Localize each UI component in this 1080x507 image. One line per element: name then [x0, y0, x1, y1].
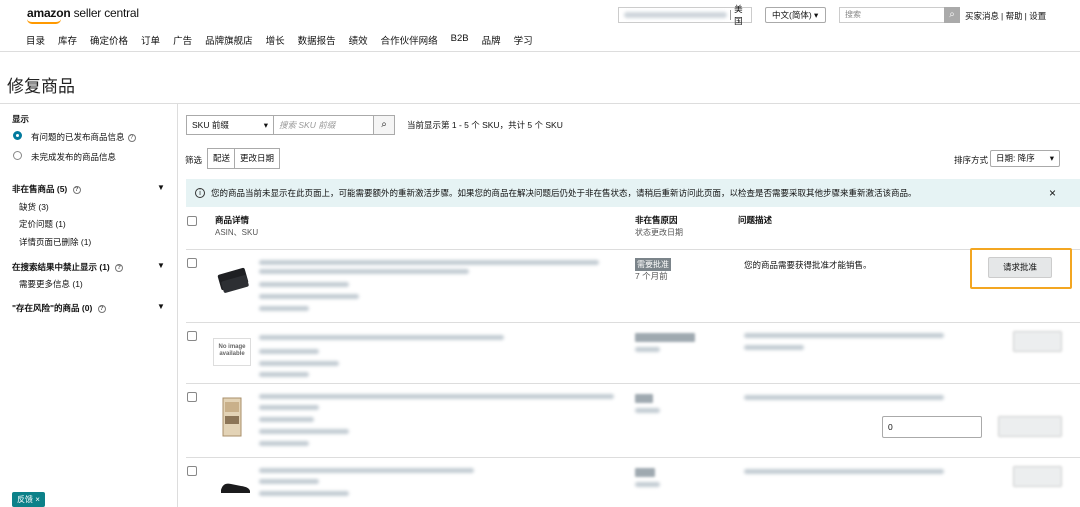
top-bar: amazon seller central 目录 库存 确定价格 订单 广告 品…: [0, 0, 1080, 52]
problem-text: 您的商品需要获得批准才能销售。: [744, 260, 872, 270]
buyer-messages-link[interactable]: 买家消息: [965, 11, 999, 21]
filter-detail-deleted[interactable]: 详情页面已删除 (1): [19, 236, 91, 248]
close-icon[interactable]: ×: [1049, 179, 1056, 207]
table-row: No image available: [186, 323, 1080, 384]
problem-text-redacted: [744, 395, 944, 400]
filter-label: 筛选: [185, 155, 203, 165]
help-link[interactable]: 帮助: [1006, 11, 1023, 21]
row-checkbox[interactable]: [187, 258, 197, 268]
radio-incomplete[interactable]: [13, 151, 22, 160]
filter-more-info[interactable]: 需要更多信息 (1): [19, 278, 83, 290]
row-checkbox[interactable]: [187, 331, 197, 341]
nav-item[interactable]: 增长: [266, 33, 285, 47]
help-icon[interactable]: ?: [127, 133, 136, 142]
triangle-down-icon[interactable]: ▼: [157, 261, 165, 270]
info-banner: i 您的商品当前未显示在此页面上，可能需要额外的重新激活步骤。如果您的商品在解决…: [186, 179, 1080, 207]
help-icon[interactable]: ?: [97, 304, 106, 313]
fix-button[interactable]: [1013, 331, 1062, 352]
col-problem: 问题描述: [738, 215, 773, 225]
nav-item[interactable]: 品牌: [482, 33, 501, 47]
cabinet-image: [222, 397, 242, 437]
product-title-redacted[interactable]: [259, 468, 474, 473]
problem-text-redacted: [744, 333, 944, 338]
seller-central-logo[interactable]: amazon seller central: [27, 6, 139, 20]
option-incomplete[interactable]: 未完成发布的商品信息: [31, 151, 116, 163]
status-badge-redacted: [635, 333, 695, 342]
row-checkbox[interactable]: [187, 392, 197, 402]
status-badge-redacted: [635, 394, 653, 403]
update-quantity-button[interactable]: [998, 416, 1062, 437]
filter-fulfillment-button[interactable]: 配送: [207, 148, 237, 169]
restock-button[interactable]: [1013, 466, 1062, 487]
nav-item[interactable]: 数据报告: [298, 33, 336, 47]
settings-link[interactable]: 设置: [1029, 11, 1046, 21]
sidebar: 显示 有问题的已发布商品信息? 未完成发布的商品信息 非在售商品 (5) ? ▼…: [0, 104, 178, 507]
logo-smile-icon: [27, 19, 61, 24]
store-switcher[interactable]: 美国: [618, 4, 752, 26]
sku-filter-select[interactable]: SKU 前缀 ▾: [186, 115, 274, 135]
sort-label: 排序方式: [954, 155, 989, 165]
col-reason-sub: 状态更改日期: [635, 228, 683, 237]
status-age: 7 个月前: [635, 271, 668, 281]
search-input[interactable]: 搜索: [839, 7, 945, 23]
nav-item[interactable]: 品牌旗舰店: [205, 33, 253, 47]
col-product-sub: ASIN、SKU: [215, 228, 259, 237]
sort-select[interactable]: 日期: 降序 ▾: [990, 150, 1060, 167]
shoe-image: [221, 483, 250, 493]
nav-item[interactable]: 目录: [26, 33, 45, 47]
radio-published-issues[interactable]: [13, 131, 22, 140]
option-published-issues[interactable]: 有问题的已发布商品信息?: [31, 131, 136, 143]
search-icon[interactable]: ⌕: [944, 7, 960, 23]
status-badge-redacted: [635, 468, 655, 477]
power-bank-image: [217, 267, 249, 293]
help-icon[interactable]: ?: [115, 263, 124, 272]
result-count: 当前显示第 1 - 5 个 SKU，共计 5 个 SKU: [407, 120, 563, 130]
no-image-placeholder: No image available: [213, 338, 251, 366]
help-icon[interactable]: ?: [72, 185, 81, 194]
triangle-down-icon[interactable]: ▼: [157, 183, 165, 192]
table-row: 需要批准 7 个月前 您的商品需要获得批准才能销售。 请求批准: [186, 250, 1080, 323]
nav-item[interactable]: 绩效: [349, 33, 368, 47]
problem-text-redacted: [744, 469, 944, 474]
table-row: [186, 458, 1080, 507]
language-select[interactable]: 中文(简体) ▾: [765, 7, 826, 23]
product-title-redacted[interactable]: [259, 394, 614, 399]
filter-date-button[interactable]: 更改日期: [234, 148, 281, 169]
product-title-redacted[interactable]: [259, 335, 504, 340]
store-name-redacted: [624, 12, 728, 18]
col-reason: 非在售原因: [635, 215, 678, 225]
select-all-checkbox[interactable]: [187, 216, 197, 226]
main-content: SKU 前缀 ▾ 搜索 SKU 前缀 ⌕ 当前显示第 1 - 5 个 SKU，共计…: [178, 104, 1080, 507]
group-search-suppressed[interactable]: 在搜索结果中禁止显示 (1) ?: [12, 261, 124, 273]
group-inactive[interactable]: 非在售商品 (5) ?: [12, 183, 81, 195]
col-product: 商品详情: [215, 215, 250, 225]
group-at-risk[interactable]: "存在风险"的商品 (0) ?: [12, 302, 106, 314]
highlight-box: [970, 248, 1072, 289]
page-title: 修复商品: [7, 77, 75, 96]
search-icon[interactable]: ⌕: [373, 115, 395, 135]
row-checkbox[interactable]: [187, 466, 197, 476]
nav-item[interactable]: B2B: [451, 33, 469, 47]
nav-item[interactable]: 确定价格: [90, 33, 128, 47]
filter-out-of-stock[interactable]: 缺货 (3): [19, 201, 49, 213]
nav-item[interactable]: 学习: [514, 33, 533, 47]
main-nav: 目录 库存 确定价格 订单 广告 品牌旗舰店 增长 数据报告 绩效 合作伙伴网络…: [26, 33, 546, 47]
filter-pricing[interactable]: 定价问题 (1): [19, 218, 66, 230]
product-title-redacted[interactable]: [259, 260, 599, 265]
nav-item[interactable]: 订单: [141, 33, 160, 47]
nav-item[interactable]: 广告: [173, 33, 192, 47]
nav-item[interactable]: 合作伙伴网络: [381, 33, 438, 47]
table-header: 商品详情 ASIN、SKU 非在售原因 状态更改日期 问题描述: [186, 210, 1080, 250]
quantity-input[interactable]: 0: [882, 416, 982, 438]
show-label: 显示: [12, 114, 30, 124]
info-icon: i: [195, 188, 205, 198]
feedback-button[interactable]: 反馈 ×: [12, 492, 45, 507]
sku-search-input[interactable]: 搜索 SKU 前缀: [273, 115, 374, 135]
nav-item[interactable]: 库存: [58, 33, 77, 47]
top-links: 买家消息 | 帮助 | 设置: [965, 11, 1047, 21]
triangle-down-icon[interactable]: ▼: [157, 302, 165, 311]
